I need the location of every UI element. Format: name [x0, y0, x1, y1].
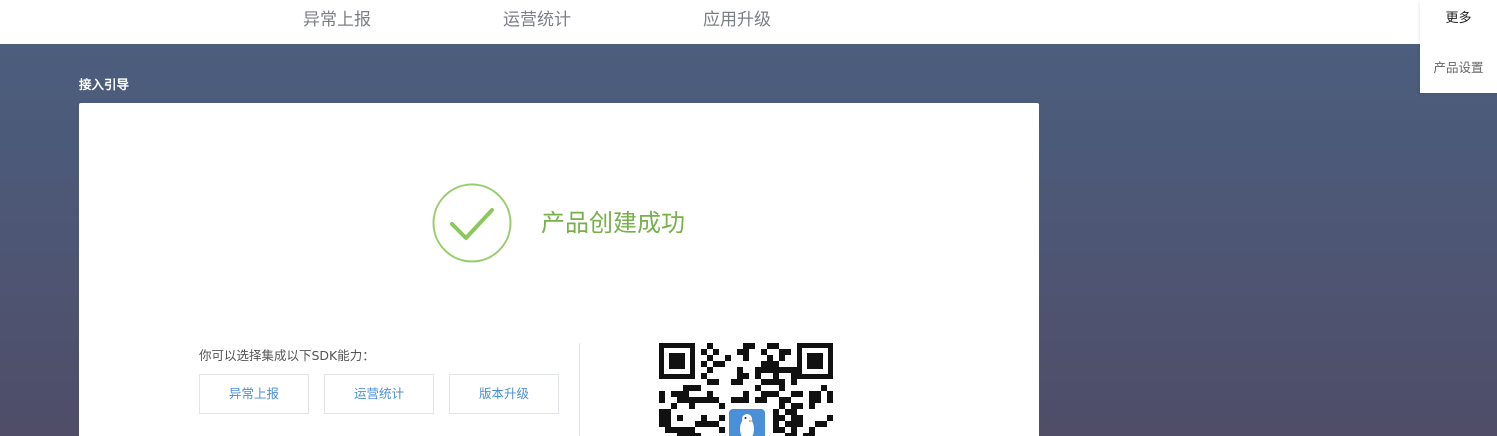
sdk-version-upgrade-button[interactable]: 版本升级 — [449, 374, 559, 414]
sdk-crash-report-button[interactable]: 异常上报 — [199, 374, 309, 414]
nav-item-app-upgrade[interactable]: 应用升级 — [703, 0, 771, 44]
top-nav-bar: 异常上报 运营统计 应用升级 — [0, 0, 1497, 44]
vertical-divider — [579, 343, 580, 436]
more-menu-item-product-settings[interactable]: 产品设置 — [1420, 48, 1497, 88]
section-title: 接入引导 — [79, 77, 130, 92]
more-dropdown: 更多 产品设置 — [1420, 0, 1497, 93]
penguin-logo-icon — [725, 405, 769, 436]
nav-item-operation-stats[interactable]: 运营统计 — [503, 0, 571, 44]
sdk-operation-stats-button[interactable]: 运营统计 — [324, 374, 434, 414]
qr-code-icon — [659, 343, 833, 436]
check-circle-icon — [432, 183, 512, 263]
more-menu-button[interactable]: 更多 — [1420, 0, 1497, 40]
nav-item-crash-report[interactable]: 异常上报 — [303, 0, 371, 44]
sdk-prompt: 你可以选择集成以下SDK能力： — [199, 348, 375, 363]
guide-card: 产品创建成功 你可以选择集成以下SDK能力： 异常上报 运营统计 版本升级 — [79, 103, 1039, 436]
success-message: 产品创建成功 — [541, 209, 685, 237]
